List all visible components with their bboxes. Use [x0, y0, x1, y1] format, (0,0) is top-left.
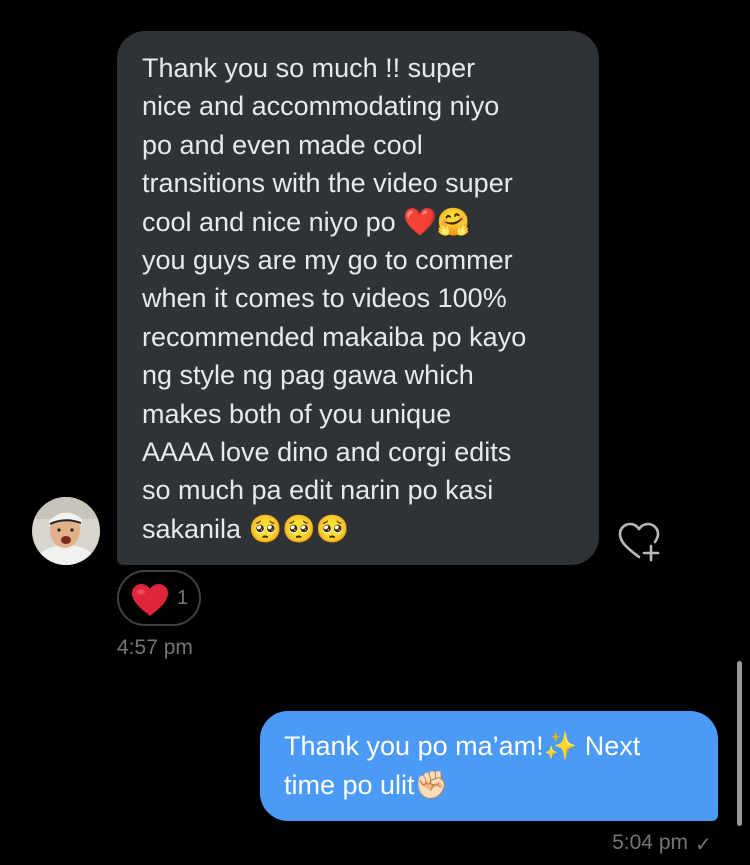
outgoing-message-bubble[interactable]: Thank you po ma’am!✨ Next time po ulit✊🏻	[260, 711, 718, 821]
reaction-count: 1	[177, 587, 189, 609]
outgoing-message-text: Thank you po ma’am!✨ Next time po ulit✊🏻	[284, 731, 641, 800]
outgoing-timestamp: 5:04 pm	[612, 831, 688, 854]
scrollbar[interactable]	[737, 661, 742, 826]
sender-avatar[interactable]	[32, 497, 100, 565]
check-icon: ✓	[695, 834, 712, 856]
reaction-pill[interactable]: 1	[117, 570, 201, 626]
red-heart-icon	[132, 584, 168, 616]
incoming-timestamp: 4:57 pm	[117, 636, 193, 659]
add-reaction-icon[interactable]	[614, 520, 664, 562]
incoming-message-bubble[interactable]: Thank you so much !! super nice and acco…	[117, 31, 599, 565]
incoming-message-text: Thank you so much !! super nice and acco…	[142, 53, 527, 544]
